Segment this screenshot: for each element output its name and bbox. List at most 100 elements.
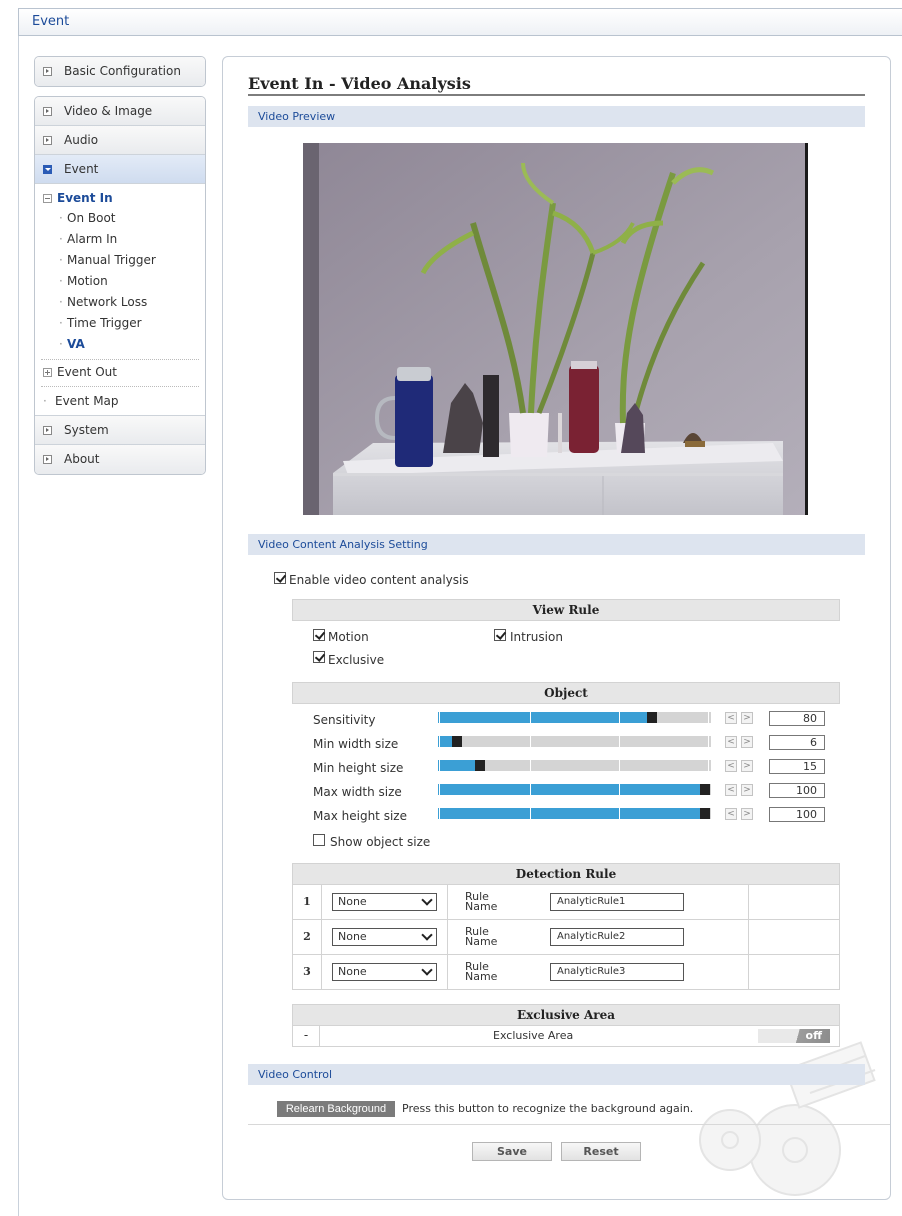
- sensitivity-slider[interactable]: [438, 712, 711, 723]
- sidebar-group-label: Event Out: [57, 365, 117, 379]
- rule-type-select[interactable]: None: [332, 893, 437, 911]
- max-width-slider[interactable]: [438, 784, 711, 795]
- motion-label: Motion: [328, 630, 369, 644]
- video-preview-image: [303, 143, 808, 515]
- view-rule-heading: View Rule: [292, 599, 840, 621]
- exclusive-checkbox[interactable]: [313, 651, 325, 663]
- max-height-decrease-button[interactable]: <: [725, 808, 737, 820]
- sensitivity-value-field[interactable]: 80: [769, 711, 825, 726]
- exclusive-area-toggle[interactable]: off: [758, 1029, 830, 1043]
- sidebar-item-time-trigger[interactable]: · Time Trigger: [35, 313, 205, 334]
- detection-rule-heading: Detection Rule: [292, 863, 840, 885]
- page-title: Event In - Video Analysis: [248, 74, 471, 93]
- min-height-label: Min height size: [313, 761, 404, 775]
- sidebar-group-label: Event In: [57, 191, 113, 205]
- relearn-hint: Press this button to recognize the backg…: [402, 1102, 694, 1115]
- sidebar-item-label: Event: [64, 162, 99, 176]
- chevron-down-icon: [421, 929, 433, 941]
- min-height-slider-thumb[interactable]: [475, 760, 485, 771]
- expand-icon: [43, 67, 52, 76]
- max-height-slider-thumb[interactable]: [700, 808, 710, 819]
- detection-rule-row: 3 None Rule Name AnalyticRule3: [292, 955, 840, 990]
- title-underline: [248, 94, 865, 96]
- min-height-increase-button[interactable]: >: [741, 760, 753, 772]
- rule-name-label: Rule Name: [465, 890, 498, 913]
- divider: [248, 1124, 890, 1125]
- rule-name-input[interactable]: AnalyticRule1: [550, 893, 684, 911]
- min-height-decrease-button[interactable]: <: [725, 760, 737, 772]
- detection-rule-row: 1 None Rule Name AnalyticRule1: [292, 885, 840, 920]
- exclusive-area-dash: -: [293, 1026, 320, 1046]
- object-heading: Object: [292, 682, 840, 704]
- min-width-slider-thumb[interactable]: [452, 736, 462, 747]
- max-width-increase-button[interactable]: >: [741, 784, 753, 796]
- sidebar-group-event-in[interactable]: Event In: [35, 190, 205, 208]
- min-width-value-field[interactable]: 6: [769, 735, 825, 750]
- sensitivity-decrease-button[interactable]: <: [725, 712, 737, 724]
- exclusive-area-label: Exclusive Area: [493, 1029, 574, 1042]
- top-header-bar: Event: [18, 8, 902, 36]
- sidebar-menu-box: Video & Image Audio Event Event In · On B…: [34, 96, 206, 475]
- max-width-decrease-button[interactable]: <: [725, 784, 737, 796]
- sidebar-divider: [41, 386, 199, 387]
- sidebar-item-event[interactable]: Event: [35, 155, 205, 184]
- max-height-label: Max height size: [313, 809, 407, 823]
- rule-name-input[interactable]: AnalyticRule3: [550, 963, 684, 981]
- save-button[interactable]: Save: [472, 1142, 552, 1161]
- sidebar-item-motion[interactable]: · Motion: [35, 271, 205, 292]
- sidebar-item-manual-trigger[interactable]: · Manual Trigger: [35, 250, 205, 271]
- sidebar-item-basic-configuration[interactable]: Basic Configuration: [35, 57, 205, 86]
- enable-vca-checkbox[interactable]: [274, 572, 286, 584]
- sensitivity-label: Sensitivity: [313, 713, 376, 727]
- sidebar-item-video-image[interactable]: Video & Image: [35, 97, 205, 126]
- expand-icon: [43, 107, 52, 116]
- detection-rule-row: 2 None Rule Name AnalyticRule2: [292, 920, 840, 955]
- sidebar-item-label: Video & Image: [64, 104, 153, 118]
- max-height-slider[interactable]: [438, 808, 711, 819]
- header-title: Event: [32, 14, 70, 29]
- relearn-background-button[interactable]: Relearn Background: [277, 1101, 395, 1117]
- min-height-value-field[interactable]: 15: [769, 759, 825, 774]
- min-height-slider[interactable]: [438, 760, 711, 771]
- sidebar-item-event-map[interactable]: · Event Map: [35, 391, 205, 411]
- rule-number: 1: [293, 885, 322, 919]
- enable-vca-label: Enable video content analysis: [289, 573, 469, 587]
- min-width-increase-button[interactable]: >: [741, 736, 753, 748]
- expand-plus-icon[interactable]: [43, 368, 52, 377]
- intrusion-checkbox[interactable]: [494, 629, 506, 641]
- motion-checkbox[interactable]: [313, 629, 325, 641]
- show-object-size-checkbox[interactable]: [313, 834, 325, 846]
- sidebar-item-label: Audio: [64, 133, 99, 147]
- sidebar-item-about[interactable]: About: [35, 445, 205, 474]
- sensitivity-slider-thumb[interactable]: [647, 712, 657, 723]
- min-width-slider[interactable]: [438, 736, 711, 747]
- max-height-value-field[interactable]: 100: [769, 807, 825, 822]
- rule-number: 3: [293, 955, 322, 989]
- sidebar-item-on-boot[interactable]: · On Boot: [35, 208, 205, 229]
- vca-setting-section-header: Video Content Analysis Setting: [248, 534, 865, 555]
- sidebar-item-audio[interactable]: Audio: [35, 126, 205, 155]
- intrusion-label: Intrusion: [510, 630, 563, 644]
- rule-type-select[interactable]: None: [332, 928, 437, 946]
- sidebar-item-alarm-in[interactable]: · Alarm In: [35, 229, 205, 250]
- sensitivity-increase-button[interactable]: >: [741, 712, 753, 724]
- expand-icon: [43, 136, 52, 145]
- video-control-section-header: Video Control: [248, 1064, 865, 1085]
- max-height-increase-button[interactable]: >: [741, 808, 753, 820]
- rule-name-input[interactable]: AnalyticRule2: [550, 928, 684, 946]
- sidebar-item-label: About: [64, 452, 100, 466]
- reset-button[interactable]: Reset: [561, 1142, 641, 1161]
- video-preview-section-header: Video Preview: [248, 106, 865, 127]
- collapse-minus-icon[interactable]: [43, 194, 52, 203]
- sidebar-item-system[interactable]: System: [35, 416, 205, 445]
- sidebar-group-event-out[interactable]: Event Out: [35, 364, 205, 382]
- rule-type-select[interactable]: None: [332, 963, 437, 981]
- sidebar: Basic Configuration Video & Image Audio …: [34, 56, 206, 475]
- max-width-slider-thumb[interactable]: [700, 784, 710, 795]
- min-width-label: Min width size: [313, 737, 399, 751]
- sidebar-basic-box: Basic Configuration: [34, 56, 206, 87]
- sidebar-item-va[interactable]: · VA: [35, 334, 205, 355]
- max-width-value-field[interactable]: 100: [769, 783, 825, 798]
- min-width-decrease-button[interactable]: <: [725, 736, 737, 748]
- sidebar-item-network-loss[interactable]: · Network Loss: [35, 292, 205, 313]
